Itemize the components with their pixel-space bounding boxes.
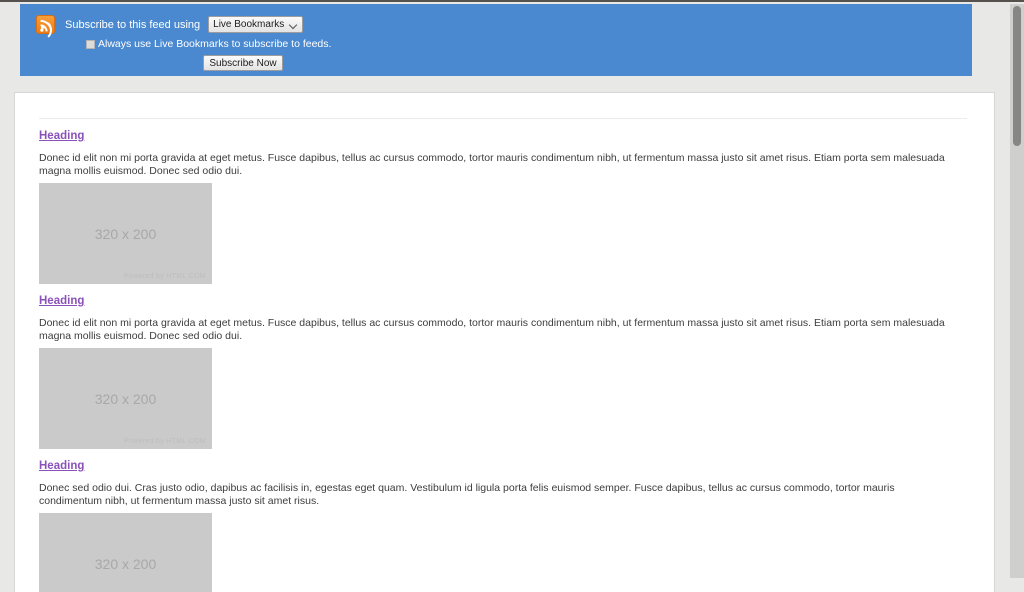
subscribe-label: Subscribe to this feed using [65, 18, 201, 31]
placeholder-size-label: 320 x 200 [94, 391, 157, 407]
placeholder-credit-label: Powered by HTML.COM [124, 273, 206, 280]
placeholder-image: 320 x 200 Powered by HTML.COM [39, 183, 212, 284]
scrollbar-thumb[interactable] [1013, 6, 1021, 146]
entry-title-link[interactable]: Heading [39, 460, 84, 472]
feed-reader-row: Subscribe to this feed using Live Bookma… [36, 15, 304, 34]
entry-body-text: Donec id elit non mi porta gravida at eg… [39, 152, 945, 177]
always-use-checkbox[interactable] [86, 39, 95, 49]
rss-feed-icon [36, 15, 55, 34]
subscribe-now-button[interactable]: Subscribe Now [203, 55, 283, 71]
browser-viewport: Subscribe to this feed using Live Bookma… [0, 0, 1024, 592]
placeholder-size-label: 320 x 200 [94, 226, 157, 242]
feed-reader-select-value: Live Bookmarks [213, 19, 285, 30]
always-use-row: Always use Live Bookmarks to subscribe t… [86, 38, 331, 50]
feed-reader-select[interactable]: Live Bookmarks [208, 16, 304, 33]
placeholder-credit-label: Powered by HTML.COM [124, 438, 206, 445]
feed-content-card: Heading Donec id elit non mi porta gravi… [14, 92, 995, 592]
feed-entry: Heading Donec id elit non mi porta gravi… [39, 119, 974, 284]
feed-entries-container: Heading Donec id elit non mi porta gravi… [39, 93, 974, 592]
placeholder-size-label: 320 x 200 [94, 556, 157, 572]
feed-entry: Heading Donec sed odio dui. Cras justo o… [39, 449, 974, 592]
entry-body-text: Donec id elit non mi porta gravida at eg… [39, 317, 945, 342]
always-use-label: Always use Live Bookmarks to subscribe t… [98, 38, 332, 50]
entry-title-link[interactable]: Heading [39, 295, 84, 307]
feed-entry: Heading Donec id elit non mi porta gravi… [39, 284, 974, 449]
feed-subscription-bar: Subscribe to this feed using Live Bookma… [20, 4, 972, 76]
chevron-down-icon [290, 21, 298, 29]
placeholder-image: 320 x 200 Powered by HTML.COM [39, 348, 212, 449]
placeholder-image: 320 x 200 Powered by HTML.COM [39, 513, 212, 592]
entry-title-link[interactable]: Heading [39, 130, 84, 142]
entry-body-text: Donec sed odio dui. Cras justo odio, dap… [39, 482, 895, 507]
vertical-scrollbar[interactable] [1010, 4, 1024, 578]
